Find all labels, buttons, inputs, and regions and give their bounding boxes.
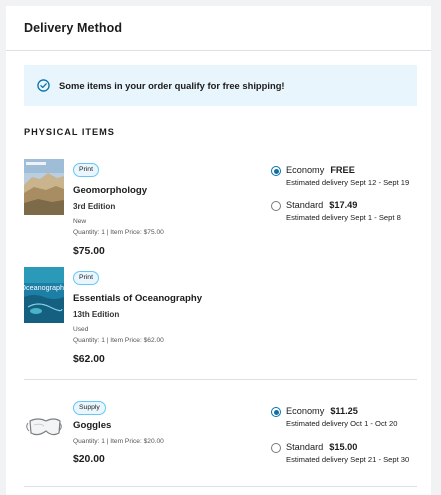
item-price: $20.00 xyxy=(73,454,105,465)
option-label: Economy xyxy=(286,165,325,175)
banner-message: Some items in your order qualify for fre… xyxy=(59,80,285,91)
card-header: Delivery Method xyxy=(6,6,431,51)
option-estimate: Estimated delivery Sept 1 - Sept 8 xyxy=(286,213,401,222)
option-price: FREE xyxy=(330,165,355,175)
free-shipping-banner: Some items in your order qualify for fre… xyxy=(24,65,417,106)
item-name: Goggles xyxy=(73,420,112,431)
item-condition: New xyxy=(73,218,87,225)
item-name: Essentials of Oceanography xyxy=(73,293,203,304)
list-item: Print Geomorphology 3rd Edition New Quan… xyxy=(24,159,254,259)
option-price: $17.49 xyxy=(329,200,358,210)
page-title: Delivery Method xyxy=(24,21,123,35)
item-type-badge: Print xyxy=(73,271,99,285)
check-circle-icon xyxy=(37,79,50,92)
item-edition: 13th Edition xyxy=(73,310,120,319)
shipping-option-standard[interactable]: Standard $17.49 Estimated delivery Sept 1… xyxy=(271,200,431,227)
book-cover-geomorphology xyxy=(24,159,64,215)
delivery-method-card: Delivery Method Some items in your order… xyxy=(6,6,431,495)
item-quantity-price: Quantity: 1 | Item Price: $75.00 xyxy=(73,229,164,236)
item-name: Geomorphology xyxy=(73,185,148,196)
radio-unselected-icon[interactable] xyxy=(271,443,281,453)
item-quantity-price: Quantity: 1 | Item Price: $20.00 xyxy=(73,438,164,445)
option-estimate: Estimated delivery Oct 1 - Oct 20 xyxy=(286,419,398,428)
radio-selected-icon[interactable] xyxy=(271,407,281,417)
radio-selected-icon[interactable] xyxy=(271,166,281,176)
option-price: $15.00 xyxy=(329,442,358,452)
option-estimate: Estimated delivery Sept 21 - Sept 30 xyxy=(286,455,410,464)
item-type-badge: Supply xyxy=(73,401,106,415)
shipping-option-economy[interactable]: Economy FREE Estimated delivery Sept 12 -… xyxy=(271,165,431,192)
cover-title: Oceanography xyxy=(24,283,64,292)
option-label: Standard xyxy=(286,442,324,452)
book-cover-oceanography: Oceanography xyxy=(24,267,64,323)
item-condition: Used xyxy=(73,326,89,333)
item-edition: 3rd Edition xyxy=(73,202,116,211)
radio-unselected-icon[interactable] xyxy=(271,201,281,211)
item-quantity-price: Quantity: 1 | Item Price: $62.00 xyxy=(73,337,164,344)
option-price: $11.25 xyxy=(330,406,358,416)
option-label: Economy xyxy=(286,406,325,416)
divider xyxy=(24,486,417,487)
option-label: Standard xyxy=(286,200,324,210)
divider xyxy=(24,379,417,380)
option-estimate: Estimated delivery Sept 12 - Sept 19 xyxy=(286,178,410,187)
item-price: $62.00 xyxy=(73,354,105,365)
goggles-image xyxy=(24,411,64,445)
shipping-option-standard[interactable]: Standard $15.00 Estimated delivery Sept 2… xyxy=(271,442,431,469)
shipping-option-economy[interactable]: Economy $11.25 Estimated delivery Oct 1 -… xyxy=(271,406,431,433)
list-item: Oceanography Print Essentials of Oceanog… xyxy=(24,267,254,367)
item-price: $75.00 xyxy=(73,246,105,257)
item-type-badge: Print xyxy=(73,163,99,177)
section-title: PHYSICAL ITEMS xyxy=(24,127,115,137)
list-item: Supply Goggles Quantity: 1 | Item Price:… xyxy=(24,399,254,469)
